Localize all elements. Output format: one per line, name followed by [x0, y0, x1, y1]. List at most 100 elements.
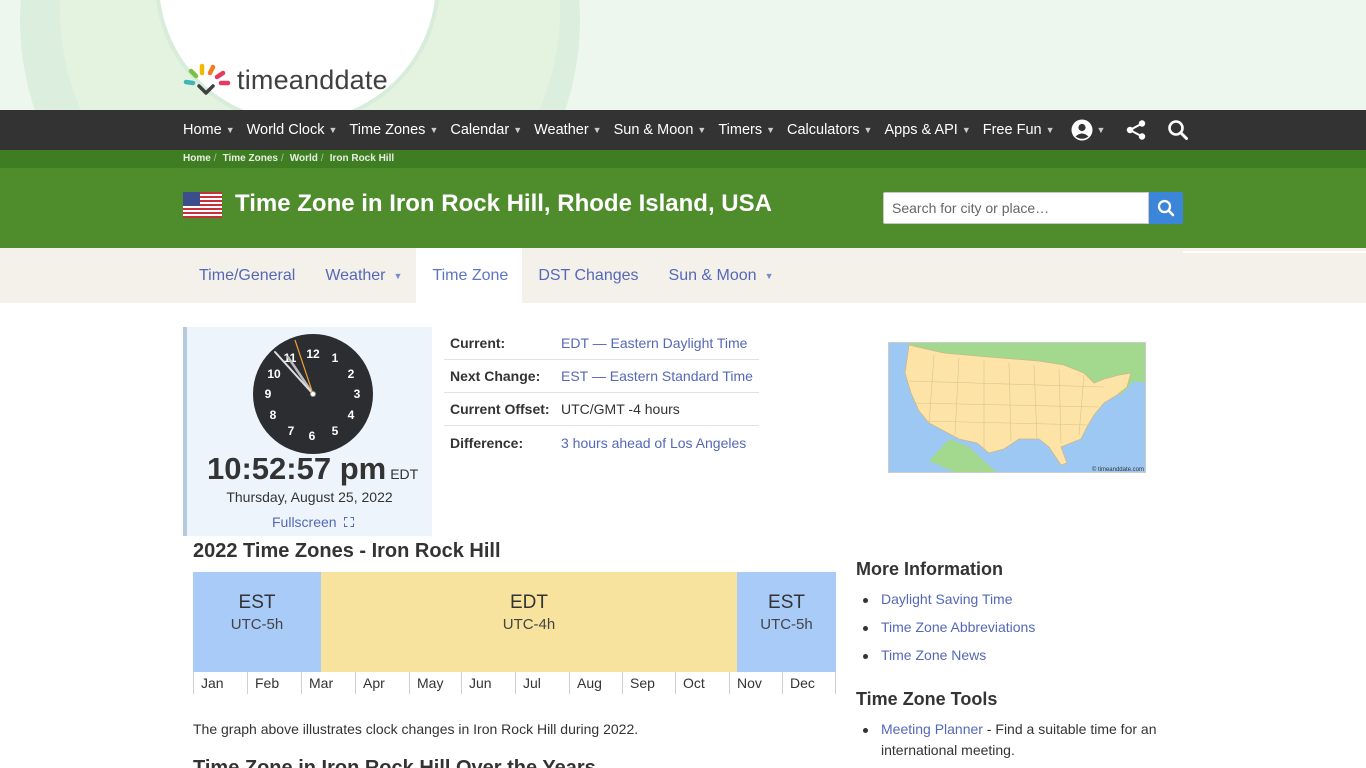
us-flag-icon	[183, 192, 222, 218]
section-tabs: Time/General Weather ▼ Time Zone DST Chan…	[0, 248, 1366, 303]
share-button[interactable]	[1125, 119, 1147, 141]
map-credit: © timeanddate.com	[1092, 466, 1144, 473]
nav-item-timers[interactable]: Timers ▼	[718, 122, 775, 138]
month-label: Dec	[782, 672, 835, 694]
nav-item-weather[interactable]: Weather ▼	[534, 122, 601, 138]
chevron-down-icon: ▼	[225, 125, 235, 135]
nav-item-apps-api[interactable]: Apps & API ▼	[884, 122, 970, 138]
nav-item-time-zones[interactable]: Time Zones ▼	[349, 122, 438, 138]
breadcrumb-time-zones[interactable]: Time Zones	[223, 153, 278, 164]
link-time-zone-news[interactable]: Time Zone News	[881, 647, 986, 663]
nav-item-sun-moon[interactable]: Sun & Moon ▼	[614, 122, 707, 138]
tab-weather[interactable]: Weather ▼	[309, 248, 416, 303]
nav-label: Calendar	[450, 122, 510, 138]
clock-numeral: 7	[288, 424, 295, 438]
clock-numeral: 8	[270, 408, 277, 422]
more-info-list: Daylight Saving Time Time Zone Abbreviat…	[862, 589, 1172, 666]
chevron-down-icon: ▼	[513, 125, 523, 135]
info-row-current-offset: Current Offset: UTC/GMT -4 hours	[444, 393, 759, 426]
link-meeting-planner[interactable]: Meeting Planner	[881, 721, 983, 737]
clock-numeral: 1	[332, 351, 339, 365]
fullscreen-icon	[343, 517, 354, 527]
nav-item-home[interactable]: Home ▼	[183, 122, 235, 138]
month-label: May	[409, 672, 461, 694]
nav-item-world-clock[interactable]: World Clock ▼	[247, 122, 338, 138]
tab-label: DST Changes	[538, 266, 639, 284]
nav-item-free-fun[interactable]: Free Fun ▼	[983, 122, 1055, 138]
month-label: Jan	[193, 672, 247, 694]
info-value-link[interactable]: EDT — Eastern Daylight Time	[561, 335, 747, 351]
tz-segment-name: EST	[238, 592, 276, 613]
tz-segment-edt: EDT UTC-4h	[321, 572, 737, 672]
graph-caption: The graph above illustrates clock change…	[193, 721, 639, 737]
clock-numeral: 9	[265, 387, 272, 401]
tab-time-zone[interactable]: Time Zone	[416, 248, 523, 303]
clock-numeral: 6	[309, 429, 316, 443]
tz-segment-name: EDT	[510, 592, 548, 613]
month-label: Feb	[247, 672, 301, 694]
breadcrumb-current: Iron Rock Hill	[329, 153, 395, 164]
month-label: Jul	[515, 672, 569, 694]
breadcrumb: Home / Time Zones / World / Iron Rock Hill	[183, 153, 394, 164]
breadcrumb-separator: /	[320, 153, 324, 164]
nav-item-calendar[interactable]: Calendar ▼	[450, 122, 522, 138]
search-input[interactable]	[883, 192, 1149, 224]
fullscreen-link[interactable]: Fullscreen	[272, 514, 354, 530]
info-row-difference: Difference: 3 hours ahead of Los Angeles	[444, 426, 759, 459]
breadcrumb-home[interactable]: Home	[183, 153, 211, 164]
more-info-heading: More Information	[856, 559, 1003, 579]
nav-label: World Clock	[246, 122, 325, 138]
main-nav: Home ▼ World Clock ▼ Time Zones ▼ Calendar ▼…	[0, 110, 1366, 150]
site-logo[interactable]: timeanddate	[183, 62, 388, 98]
search-icon	[1168, 120, 1189, 140]
account-icon	[1071, 119, 1093, 141]
nav-search-button[interactable]	[1167, 119, 1189, 141]
clock-center	[310, 391, 316, 397]
tz-tools-list: Meeting Planner - Find a suitable time f…	[862, 719, 1162, 761]
nav-label: Calculators	[787, 122, 860, 138]
current-time: 10:52:57 pm	[207, 451, 387, 486]
breadcrumb-world[interactable]: World	[290, 153, 318, 164]
tab-label: Time Zone	[432, 266, 509, 284]
local-time-box: 12 1 2 3 4 5 6 7 8 9 10 11 10:52:57 pmED…	[183, 327, 432, 536]
chevron-down-icon: ▼	[592, 125, 602, 135]
tab-dst-changes[interactable]: DST Changes	[522, 248, 652, 303]
tab-label: Time/General	[199, 266, 296, 284]
tz-timeline-chart: EST UTC-5h EDT UTC-4h EST UTC-5h	[193, 572, 836, 672]
link-time-zone-abbreviations[interactable]: Time Zone Abbreviations	[881, 619, 1035, 635]
nav-label: Free Fun	[982, 122, 1042, 138]
month-label: Nov	[729, 672, 782, 694]
chevron-down-icon: ▼	[766, 125, 776, 135]
month-label: Oct	[675, 672, 729, 694]
tab-sun-moon[interactable]: Sun & Moon ▼	[653, 248, 788, 303]
clock-numeral: 4	[348, 408, 355, 422]
chevron-down-icon: ▼	[328, 125, 338, 135]
clock-numeral: 2	[348, 367, 355, 381]
list-item: Time Zone Abbreviations	[862, 617, 1172, 638]
info-value-link[interactable]: EST — Eastern Standard Time	[561, 368, 753, 384]
nav-label: Timers	[718, 122, 763, 138]
link-daylight-saving-time[interactable]: Daylight Saving Time	[881, 591, 1013, 607]
chevron-down-icon: ▼	[393, 270, 403, 281]
search-icon	[1157, 199, 1175, 217]
tz-chart-heading: 2022 Time Zones - Iron Rock Hill	[193, 540, 501, 562]
info-value: UTC/GMT -4 hours	[561, 401, 680, 417]
nav-label: Apps & API	[884, 122, 958, 138]
location-map[interactable]: © timeanddate.com	[888, 342, 1146, 473]
list-item: Meeting Planner - Find a suitable time f…	[862, 719, 1162, 761]
month-axis: Jan Feb Mar Apr May Jun Jul Aug Sep Oct …	[193, 672, 836, 694]
tz-segment-offset: UTC-5h	[230, 616, 284, 633]
logo-text: timeanddate	[237, 64, 388, 95]
clock-numeral: 5	[332, 424, 339, 438]
clock-numeral: 12	[306, 347, 320, 361]
top-banner: timeanddate	[0, 0, 1366, 110]
logo-sunburst-icon	[183, 63, 231, 95]
account-menu[interactable]: ▼	[1071, 119, 1105, 141]
tab-time-general[interactable]: Time/General	[183, 248, 309, 303]
search-button[interactable]	[1149, 192, 1183, 224]
chevron-down-icon: ▼	[1045, 125, 1055, 135]
nav-item-calculators[interactable]: Calculators ▼	[787, 122, 872, 138]
list-item: Time Zone News	[862, 645, 1172, 666]
info-key: Current Offset:	[450, 401, 550, 417]
info-value-link[interactable]: 3 hours ahead of Los Angeles	[561, 435, 746, 451]
